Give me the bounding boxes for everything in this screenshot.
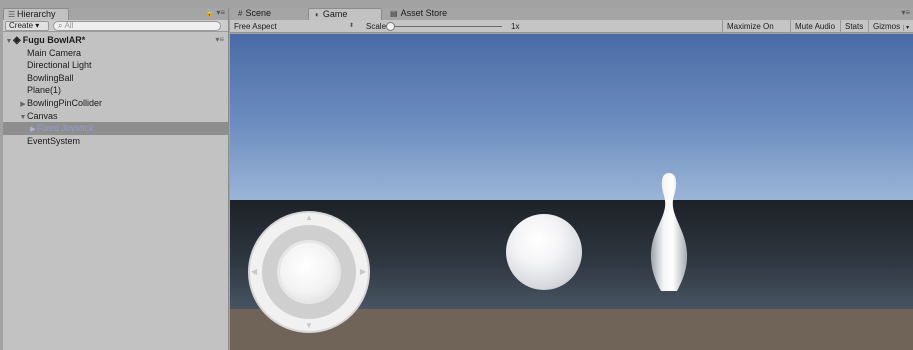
hierarchy-item-main-camera[interactable]: Main Camera — [3, 47, 228, 60]
game-viewport[interactable]: ▲ ▼ ◀ ▶ — [230, 34, 913, 350]
aspect-value: Free Aspect — [234, 22, 277, 31]
lock-icon[interactable]: 🔒 — [205, 9, 214, 17]
search-placeholder: All — [64, 21, 74, 30]
hierarchy-tabbar: ☰ Hierarchy 🔒 ▾≡ — [3, 8, 228, 20]
game-toolbar: Free Aspect ⬍ Scale 1x Maximize On Play … — [230, 20, 913, 44]
scene-menu-icon[interactable]: ▾≡ — [215, 34, 224, 47]
hierarchy-item-label: BowlingPinCollider — [27, 97, 103, 108]
pacman-icon: ◐ — [315, 10, 320, 19]
bowling-ball — [506, 214, 582, 290]
scale-value: 1x — [511, 22, 520, 31]
hierarchy-item-label: Canvas — [27, 110, 58, 121]
store-icon: ▤ — [390, 9, 398, 18]
game-tabbar: # Scene ◐ Game ▤ Asset Store ▾≡ — [230, 8, 913, 20]
list-icon: ☰ — [8, 10, 16, 19]
maximize-on-play-button[interactable]: Maximize On Play — [722, 20, 790, 44]
hierarchy-toolbar: Create ▾ ⌕ All — [3, 20, 228, 32]
gizmos-button[interactable]: Gizmos ▾ — [868, 20, 910, 33]
hierarchy-item-fixed-joystick[interactable]: ▶Fixed Joystick — [3, 122, 228, 135]
tab-scene[interactable]: # Scene — [232, 8, 306, 20]
aspect-dropdown[interactable]: Free Aspect ⬍ — [234, 21, 358, 32]
grid-icon: # — [238, 9, 243, 18]
tab-asset-store[interactable]: ▤ Asset Store — [384, 8, 474, 20]
panel-menu-icon[interactable]: ▾≡ — [901, 8, 910, 17]
hierarchy-item-directional-light[interactable]: Directional Light — [3, 59, 228, 72]
panel-menu-icon[interactable]: ▾≡ — [216, 8, 225, 17]
stats-button[interactable]: Stats — [840, 20, 868, 33]
joystick-handle[interactable] — [277, 240, 341, 304]
hierarchy-item-bowlingpincollider[interactable]: ▶BowlingPinCollider — [3, 97, 228, 110]
hierarchy-item-eventsystem[interactable]: EventSystem — [3, 135, 228, 148]
scene-name: Fugu BowlAR* — [22, 35, 86, 45]
gizmos-label: Gizmos — [873, 22, 901, 31]
hierarchy-item-plane[interactable]: Plane(1) — [3, 84, 228, 97]
dropdown-arrow-icon[interactable]: ▾ — [903, 25, 910, 31]
scene-root[interactable]: ▼◈ Fugu BowlAR* ▾≡ — [3, 34, 228, 47]
search-input[interactable]: ⌕ All — [53, 21, 221, 31]
hierarchy-panel: ☰ Hierarchy 🔒 ▾≡ Create ▾ ⌕ All ▼◈ Fugu Bow… — [3, 8, 229, 350]
arrow-left-icon: ◀ — [251, 267, 258, 276]
scale-label: Scale — [366, 22, 387, 31]
tab-hierarchy[interactable]: ☰ Hierarchy — [3, 8, 69, 20]
hierarchy-item-label: Fixed Joystick — [37, 123, 94, 134]
hierarchy-item-canvas[interactable]: ▼Canvas — [3, 110, 228, 123]
hierarchy-item-bowlingball[interactable]: BowlingBall — [3, 72, 228, 85]
scale-slider-track[interactable] — [392, 26, 502, 27]
scale-slider-thumb[interactable] — [386, 22, 395, 31]
tab-game[interactable]: ◐ Game — [308, 8, 382, 20]
tab-scene-label: Scene — [245, 8, 271, 18]
mute-audio-button[interactable]: Mute Audio — [790, 20, 840, 33]
dropdown-arrow-icon: ⬍ — [348, 23, 354, 29]
arrow-up-icon: ▲ — [305, 213, 313, 222]
unity-scene-icon: ◈ — [13, 35, 21, 46]
tab-asset-store-label: Asset Store — [400, 8, 448, 18]
tab-hierarchy-label: Hierarchy — [17, 9, 56, 19]
create-button[interactable]: Create ▾ — [5, 21, 49, 31]
bowling-pin — [650, 173, 688, 291]
fixed-joystick[interactable]: ▲ ▼ ◀ ▶ — [248, 211, 370, 333]
hierarchy-tree: ▼◈ Fugu BowlAR* ▾≡ Main Camera Directiona… — [3, 32, 228, 147]
arrow-down-icon: ▼ — [305, 321, 313, 330]
arrow-right-icon: ▶ — [360, 267, 367, 276]
tab-game-label: Game — [322, 9, 348, 19]
joystick-background — [262, 225, 356, 319]
search-icon: ⌕ — [58, 21, 63, 30]
